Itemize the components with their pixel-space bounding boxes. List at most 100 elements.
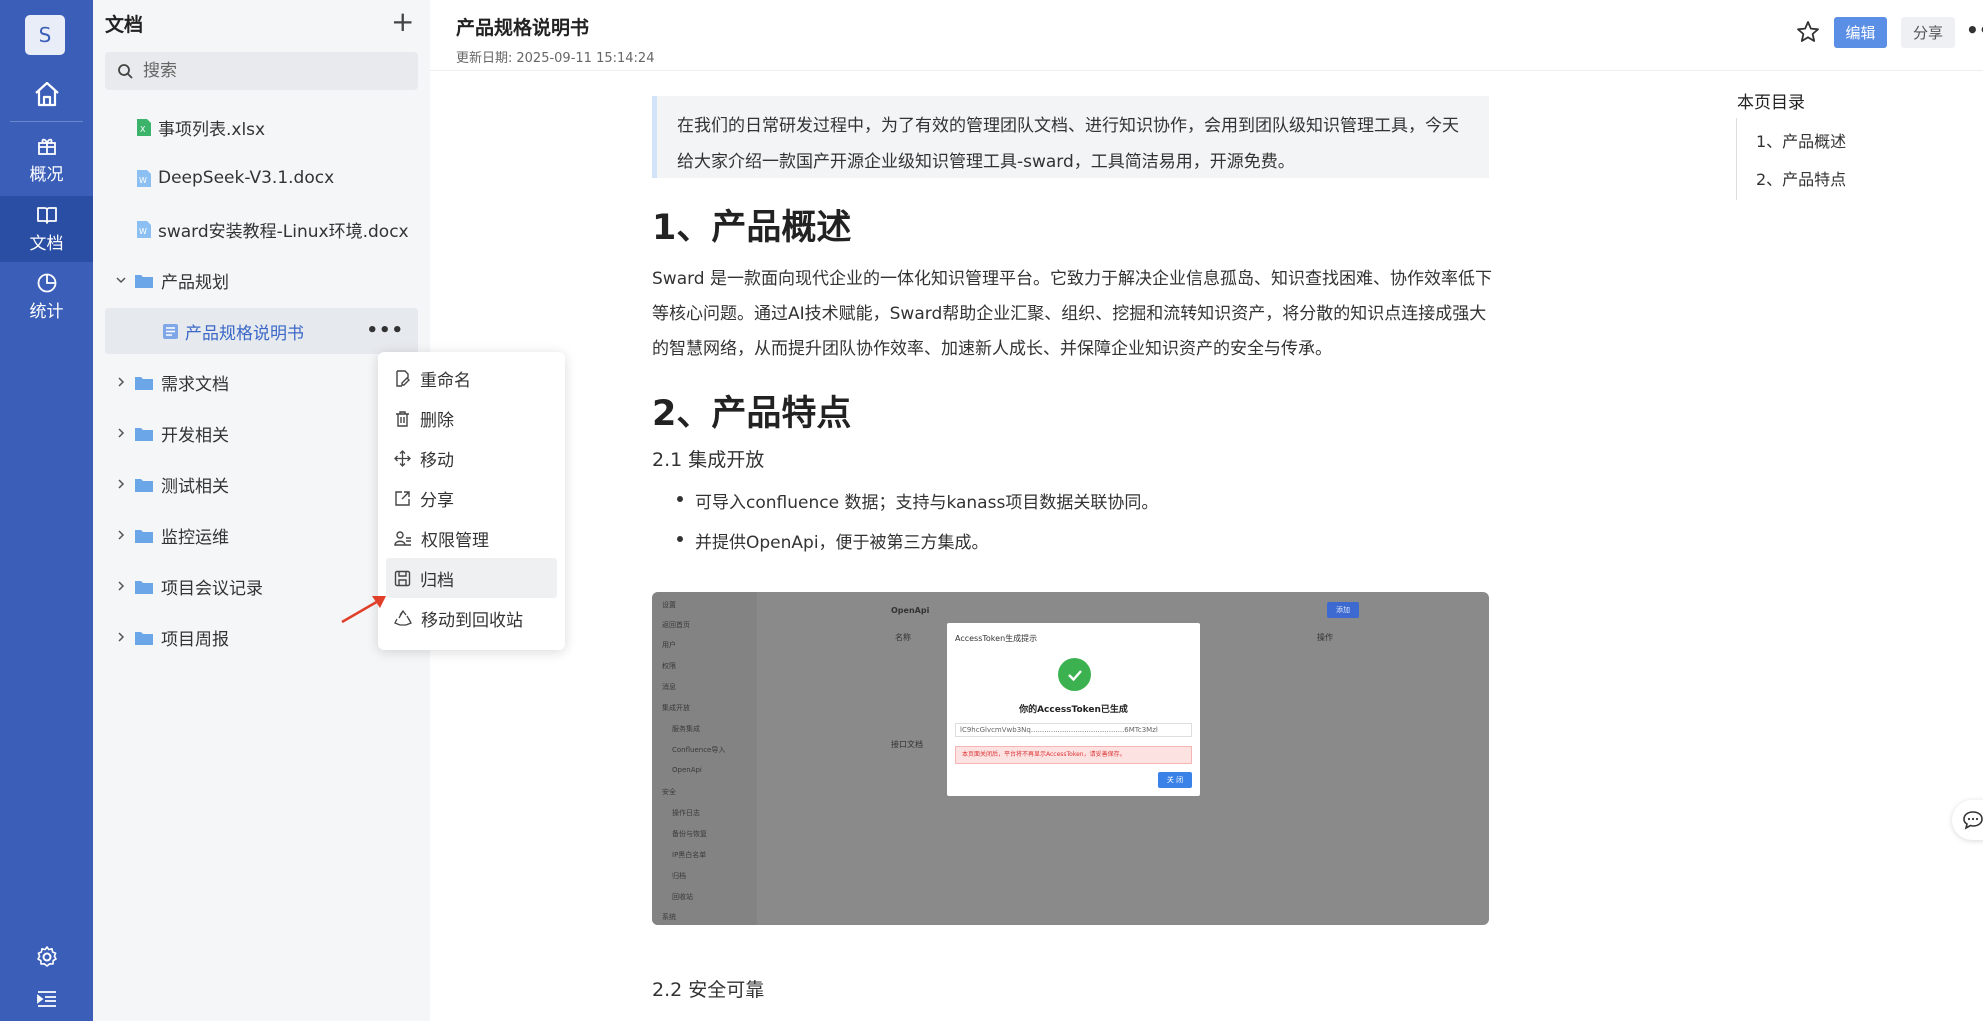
- gear-icon: [36, 946, 57, 967]
- menu-item-delete[interactable]: 删除: [386, 398, 557, 438]
- heading-overview: 1、产品概述: [652, 208, 852, 248]
- list-item: 可导入confluence 数据；支持与kanass项目数据关联协同。: [676, 488, 1158, 513]
- menu-item-label: 归档: [420, 570, 454, 591]
- screenshot-text: 备份与恢复: [672, 830, 707, 838]
- menu-item-rename[interactable]: 重命名: [386, 358, 557, 398]
- chevron-right-icon[interactable]: [113, 374, 129, 390]
- comment-button[interactable]: [1952, 800, 1983, 840]
- share-button[interactable]: 分享: [1901, 17, 1955, 48]
- more-button[interactable]: •••: [1966, 18, 1983, 42]
- permission-icon: [394, 530, 411, 546]
- menu-item-share[interactable]: 分享: [386, 478, 557, 518]
- menu-item-label: 重命名: [420, 370, 471, 391]
- menu-item-label: 权限管理: [421, 530, 489, 551]
- toc-item[interactable]: 1、产品概述: [1756, 128, 1846, 152]
- word-file-icon: W: [137, 220, 151, 238]
- menu-item-label: 删除: [420, 410, 454, 431]
- tree-item-label: 产品规划: [161, 272, 229, 293]
- settings-button[interactable]: [0, 945, 93, 969]
- tree-item-selected[interactable]: 产品规格说明书 •••: [105, 308, 418, 354]
- edit-button[interactable]: 编辑: [1834, 17, 1887, 48]
- screenshot-text: 设置: [662, 601, 676, 609]
- add-doc-button[interactable]: +: [391, 8, 414, 36]
- chevron-right-icon[interactable]: [113, 425, 129, 441]
- tree-item-file[interactable]: W sward安装教程-Linux环境.docx: [105, 206, 418, 252]
- svg-text:X: X: [140, 125, 146, 134]
- screenshot-sidebar: 设置 返回首页 用户 权限 消息 集成开放 服务集成 Confluence导入 …: [652, 592, 757, 925]
- rail-label: 文档: [29, 234, 64, 254]
- screenshot-add-button: 添加: [1327, 602, 1359, 618]
- menu-item-move[interactable]: 移动: [386, 438, 557, 478]
- tree-item-file[interactable]: W DeepSeek-V3.1.docx: [105, 155, 418, 201]
- screenshot-text: 安全: [662, 788, 676, 796]
- screenshot-text: 归档: [672, 872, 686, 880]
- collapse-menu-button[interactable]: [0, 990, 93, 1008]
- embedded-screenshot: 设置 返回首页 用户 权限 消息 集成开放 服务集成 Confluence导入 …: [652, 592, 1489, 925]
- tree-folder[interactable]: 需求文档: [105, 359, 418, 405]
- rail-label: 概况: [29, 165, 64, 185]
- screenshot-text: 返回首页: [662, 621, 690, 629]
- move-icon: [394, 449, 411, 467]
- tree-folder-open[interactable]: 产品规划: [105, 257, 418, 303]
- menu-item-permissions[interactable]: 权限管理: [386, 518, 557, 558]
- menu-item-recycle[interactable]: 移动到回收站: [386, 598, 557, 638]
- subheading-integration: 2.1 集成开放: [652, 449, 765, 471]
- screenshot-text: 用户: [662, 641, 676, 649]
- intro-quote: 在我们的日常研发过程中，为了有效的管理团队文档、进行知识协作，会用到团队级知识管…: [652, 96, 1489, 178]
- screenshot-text: 操作日志: [672, 809, 700, 817]
- rail-item-stats[interactable]: 统计: [0, 264, 93, 330]
- home-icon: [34, 81, 59, 107]
- tree-item-file[interactable]: X 事项列表.xlsx: [105, 104, 418, 150]
- search-box[interactable]: [105, 52, 418, 90]
- folder-icon: [135, 529, 153, 543]
- screenshot-close-button: 关 闭: [1158, 772, 1192, 788]
- screenshot-text: 回收站: [672, 893, 693, 901]
- screenshot-text: 接口文档: [891, 740, 923, 749]
- search-input[interactable]: [143, 61, 393, 81]
- folder-icon: [135, 631, 153, 645]
- rail-item-docs[interactable]: 文档: [0, 196, 93, 262]
- archive-icon: [394, 570, 411, 586]
- folder-icon: [135, 427, 153, 441]
- menu-item-archive[interactable]: 归档: [386, 558, 557, 598]
- recycle-icon: [394, 609, 412, 626]
- folder-icon: [135, 274, 153, 288]
- tree-folder[interactable]: 测试相关: [105, 461, 418, 507]
- home-button[interactable]: [0, 72, 93, 116]
- tree-item-label: 项目周报: [161, 629, 229, 650]
- folder-icon: [135, 478, 153, 492]
- toc-divider: [1736, 118, 1737, 200]
- chevron-right-icon[interactable]: [113, 578, 129, 594]
- tree-item-label: 测试相关: [161, 476, 229, 497]
- more-actions-button[interactable]: •••: [366, 320, 404, 341]
- screenshot-text: 集成开放: [662, 704, 690, 712]
- menu-item-label: 移动到回收站: [421, 610, 523, 631]
- tree-item-label: DeepSeek-V3.1.docx: [158, 168, 335, 188]
- pie-chart-icon: [37, 273, 56, 293]
- share-icon: [395, 490, 410, 506]
- toc-title: 本页目录: [1737, 93, 1805, 113]
- chevron-right-icon[interactable]: [113, 476, 129, 492]
- rename-icon: [396, 369, 410, 387]
- tree-folder[interactable]: 开发相关: [105, 410, 418, 456]
- menu-collapse-icon: [36, 991, 56, 1007]
- toc-item[interactable]: 2、产品特点: [1756, 166, 1846, 190]
- chevron-right-icon[interactable]: [113, 527, 129, 543]
- screenshot-modal: AccessToken生成提示 你的AccessToken已生成 lC9hcGl…: [947, 623, 1200, 796]
- tree-folder[interactable]: 监控运维: [105, 512, 418, 558]
- screenshot-text: 你的AccessToken已生成: [1019, 705, 1128, 715]
- tree-item-label: 监控运维: [161, 527, 229, 548]
- screenshot-text: 名称: [895, 633, 911, 642]
- svg-text:W: W: [139, 176, 147, 185]
- rail-item-overview[interactable]: 概况: [0, 127, 93, 193]
- avatar[interactable]: S: [25, 15, 65, 55]
- screenshot-text: 消息: [662, 683, 676, 691]
- update-date: 更新日期: 2025-09-11 15:14:24: [456, 47, 654, 66]
- rail-divider: [10, 121, 83, 122]
- chevron-down-icon[interactable]: [113, 272, 129, 288]
- page-title: 产品规格说明书: [456, 17, 590, 39]
- star-icon[interactable]: [1796, 20, 1820, 44]
- tree-item-label: 产品规格说明书: [185, 323, 304, 344]
- chevron-right-icon[interactable]: [113, 629, 129, 645]
- tree-item-label: 开发相关: [161, 425, 229, 446]
